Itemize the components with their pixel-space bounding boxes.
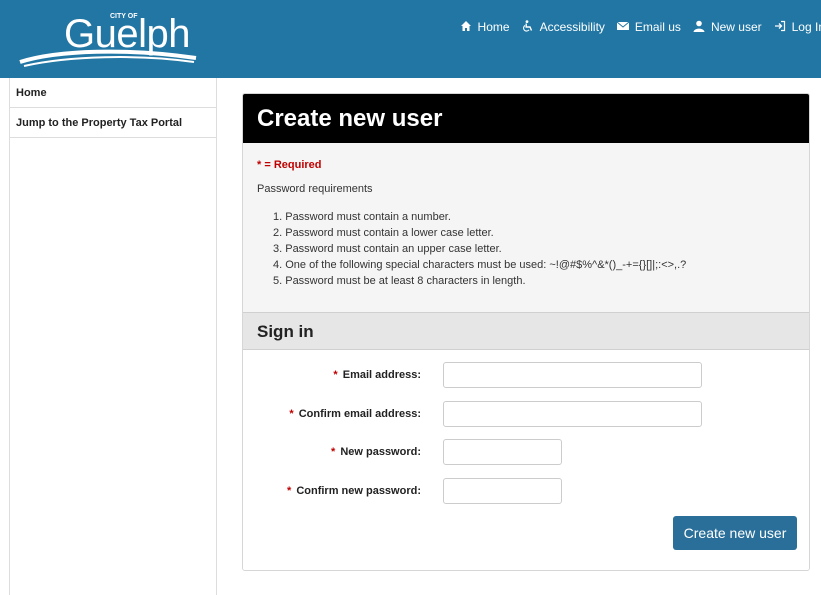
email-label: * Email address: xyxy=(333,369,421,381)
password-requirements-title: Password requirements xyxy=(257,183,373,195)
confirm-password-label: * Confirm new password: xyxy=(286,485,421,497)
required-star: * xyxy=(330,446,336,458)
nav-new-user-label: New user xyxy=(710,20,762,34)
new-password-label: * New password: xyxy=(330,446,421,458)
nav-new-user[interactable]: New user xyxy=(693,20,762,34)
password-requirements-list: 1. Password must contain a number. 2. Pa… xyxy=(273,209,809,289)
sign-in-icon xyxy=(774,20,786,34)
city-logo[interactable]: CITY OF Guelph xyxy=(18,10,198,68)
new-password-input[interactable] xyxy=(443,439,562,465)
page-title: Create new user xyxy=(243,94,809,143)
required-star: * xyxy=(289,408,294,420)
nav-log-in-label: Log In xyxy=(791,20,821,34)
confirm-email-label: * Confirm email address: xyxy=(289,408,421,420)
nav-log-in[interactable]: Log In xyxy=(774,20,821,34)
accessibility-icon xyxy=(522,20,534,34)
nav-email[interactable]: Email us xyxy=(616,20,681,34)
sidebar-item-property-tax-portal[interactable]: Jump to the Property Tax Portal xyxy=(10,108,216,138)
home-icon xyxy=(460,20,472,34)
nav-accessibility-label: Accessibility xyxy=(539,20,605,34)
create-user-form: * Email address: * Confirm email address… xyxy=(243,350,809,570)
confirm-email-input[interactable] xyxy=(443,401,702,427)
nav-home[interactable]: Home xyxy=(460,20,510,34)
envelope-icon xyxy=(616,21,630,33)
nav-accessibility[interactable]: Accessibility xyxy=(522,20,605,34)
user-icon xyxy=(693,20,705,34)
email-row: * Email address: xyxy=(243,362,809,388)
password-rule: 2. Password must contain a lower case le… xyxy=(273,227,494,239)
create-user-panel: Create new user * = Required Password re… xyxy=(242,93,810,571)
site-header: CITY OF Guelph Home Accessibility Email … xyxy=(0,0,821,78)
logo-wordmark: Guelph xyxy=(64,12,190,56)
password-rule: 1. Password must contain a number. xyxy=(273,211,451,223)
create-user-button[interactable]: Create new user xyxy=(673,516,797,550)
required-star: * xyxy=(286,485,292,497)
nav-home-label: Home xyxy=(477,20,510,34)
nav-email-label: Email us xyxy=(634,20,681,34)
email-input[interactable] xyxy=(443,362,702,388)
password-rule: 5. Password must be at least 8 character… xyxy=(273,275,526,287)
new-password-row: * New password: xyxy=(243,439,809,465)
sign-in-section-title: Sign in xyxy=(243,312,809,350)
password-rule: 4. One of the following special characte… xyxy=(273,259,687,271)
top-nav: Home Accessibility Email us New user Log… xyxy=(441,18,821,36)
required-note: * = Required xyxy=(257,159,322,171)
password-rule: 3. Password must contain an upper case l… xyxy=(273,243,502,255)
required-star: * xyxy=(333,369,338,381)
sidebar-item-home[interactable]: Home xyxy=(10,78,216,108)
sidebar: Home Jump to the Property Tax Portal xyxy=(9,78,217,595)
confirm-password-input[interactable] xyxy=(443,478,562,504)
confirm-password-row: * Confirm new password: xyxy=(243,478,809,504)
confirm-email-row: * Confirm email address: xyxy=(243,401,809,427)
